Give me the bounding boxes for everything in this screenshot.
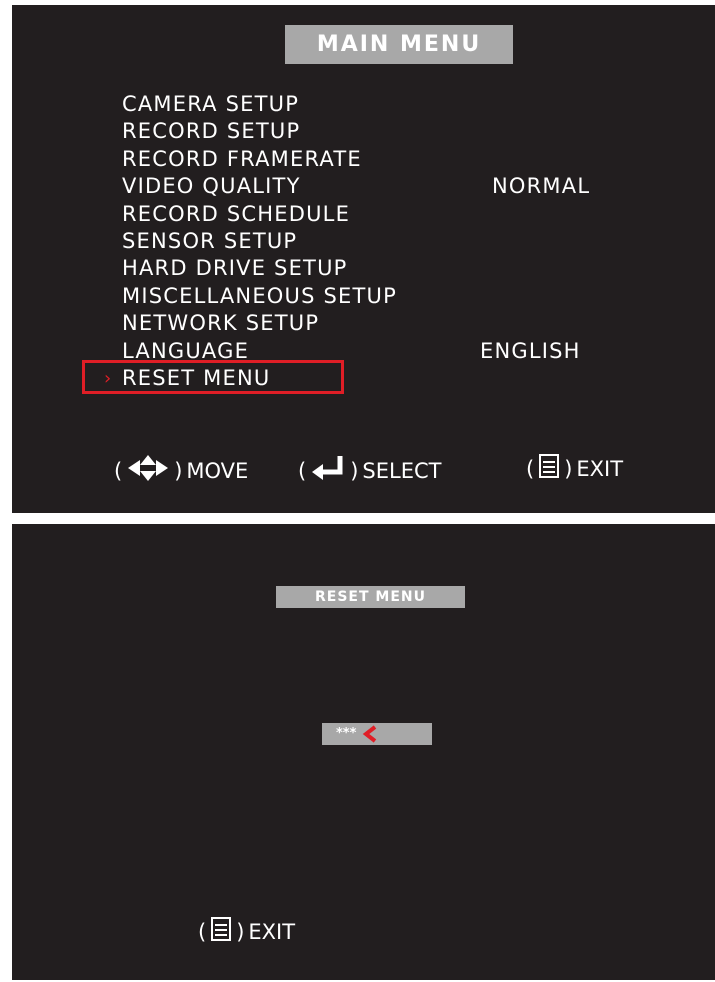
password-value: *** <box>336 726 357 741</box>
menu-item-record-framerate[interactable]: RECORD FRAMERATE <box>122 146 397 173</box>
four-way-arrow-icon <box>126 453 170 488</box>
menu-item-record-schedule[interactable]: RECORD SCHEDULE <box>122 201 397 228</box>
move-hint: ( ) MOVE <box>110 453 248 488</box>
menu-item-label: RECORD SETUP <box>122 119 301 144</box>
menu-item-video-quality[interactable]: VIDEO QUALITY NORMAL <box>122 173 589 200</box>
paren-close: ) <box>236 919 245 944</box>
menu-item-label: MISCELLANEOUS SETUP <box>122 283 397 308</box>
menu-item-label: VIDEO QUALITY <box>122 174 301 199</box>
exit-hint: ( ) EXIT <box>194 916 295 947</box>
menu-item-sensor-setup[interactable]: SENSOR SETUP <box>122 228 397 255</box>
menu-icon <box>210 916 232 947</box>
selection-highlight <box>82 360 344 394</box>
menu-item-label: HARD DRIVE SETUP <box>122 256 348 281</box>
select-hint: ( ) SELECT <box>294 453 441 488</box>
paren-close: ) <box>350 458 359 483</box>
menu-item-record-setup[interactable]: RECORD SETUP <box>122 118 397 145</box>
menu-item-camera-setup[interactable]: CAMERA SETUP <box>122 91 397 118</box>
move-label: MOVE <box>186 458 249 483</box>
exit-label: EXIT <box>248 919 296 944</box>
video-quality-value: NORMAL <box>492 174 591 199</box>
red-chevron-icon: › <box>104 368 112 389</box>
paren-open: ( <box>198 919 207 944</box>
exit-hint: ( ) EXIT <box>522 453 623 484</box>
menu-item-label: RECORD SCHEDULE <box>122 201 351 226</box>
menu-item-label: RECORD FRAMERATE <box>122 146 362 171</box>
main-menu-list: CAMERA SETUP RECORD SETUP RECORD FRAMERA… <box>122 91 589 392</box>
paren-open: ( <box>114 458 123 483</box>
main-menu-screen: MAIN MENU CAMERA SETUP RECORD SETUP RECO… <box>12 5 715 513</box>
menu-item-label: SENSOR SETUP <box>122 228 298 253</box>
reset-menu-screen: RESET MENU *** ( ) EXIT <box>12 524 715 980</box>
exit-label: EXIT <box>576 456 624 481</box>
menu-item-label: CAMERA SETUP <box>122 92 300 116</box>
menu-item-network-setup[interactable]: NETWORK SETUP <box>122 310 397 337</box>
paren-close: ) <box>564 456 573 481</box>
enter-icon <box>310 453 346 488</box>
menu-item-hard-drive-setup[interactable]: HARD DRIVE SETUP <box>122 255 397 282</box>
menu-item-label: NETWORK SETUP <box>122 311 320 336</box>
main-menu-title: MAIN MENU <box>285 25 513 64</box>
menu-item-label: LANGUAGE <box>122 338 250 363</box>
paren-open: ( <box>526 456 535 481</box>
paren-close: ) <box>174 458 183 483</box>
red-chevron-icon <box>362 725 378 747</box>
paren-open: ( <box>298 458 307 483</box>
menu-icon <box>538 453 560 484</box>
reset-menu-title: RESET MENU <box>276 586 465 608</box>
menu-item-miscellaneous-setup[interactable]: MISCELLANEOUS SETUP <box>122 283 397 310</box>
select-label: SELECT <box>362 458 442 483</box>
language-value: ENGLISH <box>480 338 581 363</box>
password-field[interactable]: *** <box>322 723 432 745</box>
